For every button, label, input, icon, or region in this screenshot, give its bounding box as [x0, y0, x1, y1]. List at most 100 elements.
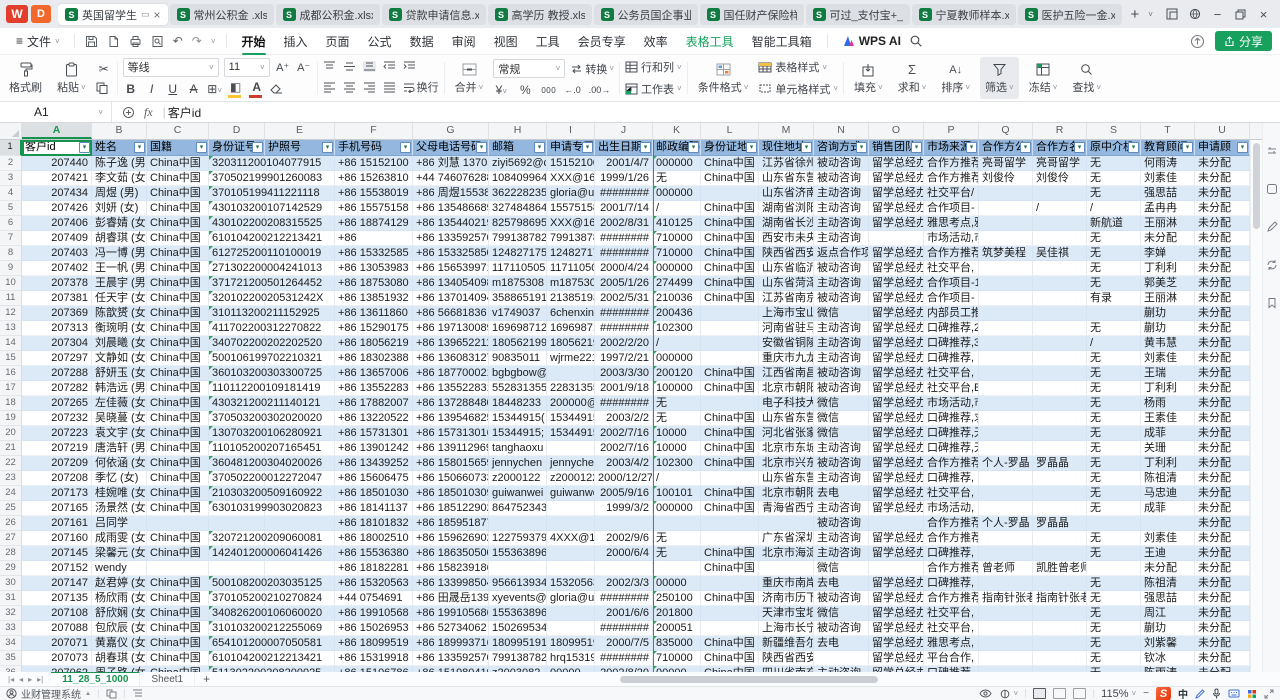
cell[interactable]: 000000 [653, 501, 701, 516]
cell[interactable]: 200120 [653, 366, 701, 381]
row-number[interactable]: 9 [0, 261, 22, 276]
cell[interactable]: 重庆市九龙 [759, 351, 814, 366]
cell[interactable]: 274499 [653, 276, 701, 291]
cell[interactable]: 180995191 [489, 636, 547, 651]
cell[interactable]: 2002/7/16 [595, 441, 653, 456]
cell[interactable]: 207288 [22, 366, 92, 381]
cell[interactable]: 亮哥留学 [1033, 156, 1087, 171]
cell[interactable] [653, 516, 701, 531]
cell[interactable] [489, 516, 547, 531]
cell[interactable]: ######## [595, 186, 653, 201]
cell[interactable]: 合作方推荐 [924, 591, 979, 606]
compare-windows-icon[interactable] [106, 689, 117, 699]
cell[interactable]: XXX@163. [547, 171, 595, 186]
file-tab[interactable]: S医护五险一金.xlsx [1018, 4, 1122, 25]
cell[interactable]: / [1033, 201, 1087, 216]
cell[interactable]: 合作项目- [924, 201, 979, 216]
cell[interactable]: 被动咨询 [814, 156, 869, 171]
cell[interactable]: 430102200208315525 [209, 216, 265, 231]
cell[interactable]: 胡睿琪 (女 [92, 231, 147, 246]
cell[interactable]: China中国 [147, 216, 209, 231]
cell[interactable]: 2003/4/2 [595, 456, 653, 471]
cell[interactable]: 主动咨询 [814, 501, 869, 516]
cell[interactable]: +86 1877000215 [413, 366, 489, 381]
cell[interactable]: guiwanwei [489, 486, 547, 501]
row-number[interactable]: 21 [0, 441, 22, 456]
cell[interactable] [701, 186, 759, 201]
vertical-scrollbar-thumb[interactable] [1253, 143, 1260, 229]
ime-language-toggle[interactable]: 中 [1178, 686, 1188, 700]
cell[interactable]: jennychen [489, 456, 547, 471]
cell[interactable]: +86 18874129 [335, 216, 413, 231]
cell[interactable] [979, 621, 1033, 636]
cell[interactable]: 内部员工推 [924, 306, 979, 321]
cell[interactable]: 511302200208200025 [209, 666, 265, 672]
cell[interactable]: 留学总经办 [869, 156, 924, 171]
cell[interactable]: 未分配 [1195, 186, 1250, 201]
cell[interactable]: ######## [595, 321, 653, 336]
cell[interactable]: 无 [1087, 261, 1141, 276]
cell[interactable]: 左佳薇 (女 [92, 396, 147, 411]
cell[interactable] [1033, 336, 1087, 351]
cell[interactable]: 未分配 [1195, 381, 1250, 396]
cell[interactable]: 370502199901260083 [209, 171, 265, 186]
cell[interactable]: 207219 [22, 441, 92, 456]
wrap-text-button[interactable]: 换行 [403, 79, 439, 95]
minimize-button[interactable]: − [1211, 8, 1224, 21]
cell[interactable]: 丁利利 [1141, 381, 1195, 396]
cell[interactable]: 未分配 [1195, 516, 1250, 531]
cell[interactable] [1033, 426, 1087, 441]
cell[interactable] [979, 321, 1033, 336]
cell[interactable] [547, 441, 595, 456]
cell[interactable]: 上海市宝山 [759, 306, 814, 321]
cell[interactable]: 王丽淋 [1141, 216, 1195, 231]
cell[interactable]: ######## [595, 396, 653, 411]
cell[interactable]: 207403 [22, 246, 92, 261]
cell[interactable] [979, 546, 1033, 561]
cell[interactable]: 100000 [653, 381, 701, 396]
cell[interactable]: 110112200109181419 [209, 381, 265, 396]
cell[interactable]: +86 15731301 [335, 426, 413, 441]
cell[interactable]: 200436 [653, 306, 701, 321]
cell[interactable]: 合作方推荐 [924, 246, 979, 261]
cell[interactable]: 社交平台, [924, 606, 979, 621]
cell[interactable] [1141, 516, 1195, 531]
cell[interactable]: 500106199702210321 [209, 351, 265, 366]
cell[interactable]: +86 1335925706 [413, 231, 489, 246]
cell[interactable]: 口碑推荐,无 [924, 426, 979, 441]
cell[interactable]: m1875308 [489, 276, 547, 291]
cell[interactable]: 留学总经办 [869, 261, 924, 276]
cell[interactable]: 358865191 [489, 291, 547, 306]
cell[interactable]: 207297 [22, 351, 92, 366]
cell[interactable]: / [1087, 201, 1141, 216]
cell[interactable]: 未分配 [1195, 411, 1250, 426]
cell[interactable]: China中国 [147, 501, 209, 516]
cell[interactable]: 207208 [22, 471, 92, 486]
row-number[interactable]: 23 [0, 471, 22, 486]
align-right-icon[interactable] [363, 82, 376, 93]
cell[interactable]: 207265 [22, 396, 92, 411]
cell[interactable]: 合作方推荐 [924, 171, 979, 186]
row-number[interactable]: 33 [0, 621, 22, 636]
cell[interactable]: 山东省东营 [759, 471, 814, 486]
cell[interactable]: China中国 [147, 621, 209, 636]
cell[interactable]: 刘素佳 [1141, 351, 1195, 366]
filter-button[interactable]: 筛选˅ [980, 57, 1019, 99]
cell[interactable]: 370105200210270824 [209, 591, 265, 606]
skin-settings-icon[interactable] [1188, 8, 1201, 21]
close-button[interactable]: × [1257, 8, 1270, 21]
cell[interactable]: 安徽省铜陵 [759, 336, 814, 351]
cell[interactable]: 合作方推荐 [924, 516, 979, 531]
cell[interactable]: 未分配 [1141, 231, 1195, 246]
filter-dropdown-icon[interactable]: ▾ [134, 142, 145, 153]
cell[interactable]: China中国 [147, 456, 209, 471]
cell[interactable]: 15344915; [547, 426, 595, 441]
cell[interactable]: 雅思考点,雅 [924, 216, 979, 231]
cell[interactable]: 无 [1087, 471, 1141, 486]
file-tab[interactable]: S常州公积金 .xlsx [170, 4, 274, 25]
cell[interactable]: 口碑推荐, [924, 471, 979, 486]
cell[interactable]: China中国 [147, 246, 209, 261]
cell[interactable]: 150269534 [489, 621, 547, 636]
cell[interactable] [979, 291, 1033, 306]
cell[interactable]: 207313 [22, 321, 92, 336]
